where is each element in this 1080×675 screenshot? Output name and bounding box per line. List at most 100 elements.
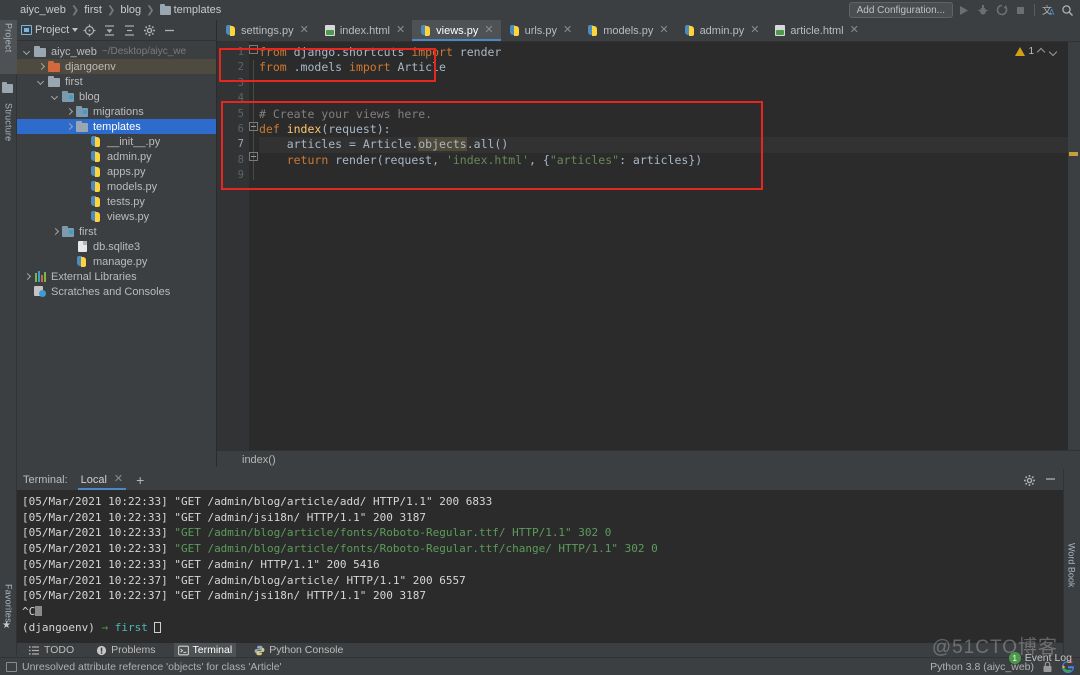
fold-marker-icon[interactable] <box>249 122 258 131</box>
fold-marker-icon[interactable] <box>249 152 258 161</box>
breadcrumb-item-1[interactable]: first <box>84 4 102 16</box>
tree-item--init-py[interactable]: __init__.py <box>17 134 216 149</box>
chevron-right-icon[interactable] <box>51 227 60 236</box>
sidebar-item-project[interactable]: Project <box>0 20 17 74</box>
close-icon[interactable]: ✕ <box>300 25 309 36</box>
code-line-8[interactable]: return render(request, 'index.html', {"a… <box>259 153 1080 168</box>
tree-item-views-py[interactable]: views.py <box>17 209 216 224</box>
terminal-output[interactable]: [05/Mar/2021 10:22:33] "GET /admin/blog/… <box>17 490 1063 643</box>
terminal-status-icon[interactable] <box>6 662 17 672</box>
expand-all-icon[interactable] <box>121 22 138 39</box>
locate-icon[interactable] <box>81 22 98 39</box>
editor-tab-models-py[interactable]: models.py✕ <box>579 20 675 41</box>
code-editor[interactable]: 123456789 from django.shortcuts import r… <box>217 42 1080 450</box>
code-content[interactable]: from django.shortcuts import renderfrom … <box>259 45 1080 450</box>
tree-item-migrations[interactable]: migrations <box>17 104 216 119</box>
code-line-7[interactable]: articles = Article.objects.all() <box>259 137 1080 152</box>
code-line-4[interactable] <box>259 91 1080 106</box>
tree-item-first[interactable]: first <box>17 224 216 239</box>
tree-item-templates[interactable]: templates <box>17 119 216 134</box>
coverage-icon[interactable] <box>993 2 1010 19</box>
bottom-tab-todo[interactable]: TODO <box>25 643 78 657</box>
tree-item-apps-py[interactable]: apps.py <box>17 164 216 179</box>
project-panel-toolbar: Project <box>17 20 216 41</box>
breadcrumb-item-2[interactable]: blog <box>120 4 141 16</box>
sidebar-item-word-book[interactable]: Word Book <box>1063 540 1080 620</box>
editor-tab-admin-py[interactable]: admin.py✕ <box>676 20 767 41</box>
sidebar-item-structure[interactable]: Structure <box>0 100 17 166</box>
tree-item-first[interactable]: first <box>17 74 216 89</box>
editor-tab-article-html[interactable]: article.html✕ <box>766 20 865 41</box>
code-line-5[interactable]: # Create your views here. <box>259 107 1080 122</box>
editor-tab-views-py[interactable]: views.py✕ <box>412 20 500 41</box>
scrollbar-warning-marker[interactable] <box>1069 152 1078 156</box>
close-icon[interactable]: ✕ <box>750 25 759 36</box>
editor-scrollbar[interactable] <box>1068 42 1080 450</box>
tree-item-external-libraries[interactable]: External Libraries <box>17 269 216 284</box>
star-icon: ★ <box>2 620 11 631</box>
close-icon[interactable]: ✕ <box>484 25 493 36</box>
chevron-down-icon[interactable] <box>51 92 60 101</box>
collapse-all-icon[interactable] <box>101 22 118 39</box>
chevron-down-icon[interactable] <box>37 77 46 86</box>
inspection-warning-indicator[interactable]: 1 <box>1015 46 1058 57</box>
hide-panel-icon[interactable] <box>161 22 178 39</box>
terminal-prompt[interactable]: (djangoenv) → first <box>22 620 1063 636</box>
bottom-tab-problems[interactable]: Problems <box>92 643 159 657</box>
tree-item-manage-py[interactable]: manage.py <box>17 254 216 269</box>
chevron-down-icon[interactable] <box>23 47 32 56</box>
tree-item-admin-py[interactable]: admin.py <box>17 149 216 164</box>
sidebar-item-favorites[interactable]: Favorites <box>0 581 17 651</box>
status-bar: Unresolved attribute reference 'objects'… <box>0 657 1080 675</box>
chevron-right-icon[interactable] <box>37 62 46 71</box>
close-icon[interactable]: ✕ <box>396 25 405 36</box>
tree-item-blog[interactable]: blog <box>17 89 216 104</box>
gear-icon[interactable] <box>1023 474 1036 487</box>
fold-marker-icon[interactable] <box>249 45 258 54</box>
terminal-tab-local[interactable]: Local ✕ <box>76 470 129 490</box>
project-panel-title-button[interactable]: Project <box>21 24 78 36</box>
search-icon[interactable] <box>1059 2 1076 19</box>
translate-icon[interactable]: 文A <box>1040 2 1057 19</box>
breadcrumb-item-0[interactable]: aiyc_web <box>20 4 66 16</box>
close-icon[interactable]: ✕ <box>114 474 123 485</box>
breadcrumb-item-3[interactable]: templates <box>174 4 222 16</box>
debug-icon[interactable] <box>974 2 991 19</box>
tree-item-tests-py[interactable]: tests.py <box>17 194 216 209</box>
tree-item-db-sqlite3[interactable]: db.sqlite3 <box>17 239 216 254</box>
bottom-tab-terminal[interactable]: Terminal <box>174 643 237 657</box>
tree-item-scratches-and-consoles[interactable]: Scratches and Consoles <box>17 284 216 299</box>
code-line-1[interactable]: from django.shortcuts import render <box>259 45 1080 60</box>
chevron-right-icon[interactable] <box>65 122 74 131</box>
code-line-9[interactable] <box>259 168 1080 183</box>
event-log-indicator[interactable]: 1 Event Log <box>1009 652 1072 664</box>
chevron-up-icon[interactable] <box>1037 47 1046 56</box>
code-line-3[interactable] <box>259 76 1080 91</box>
close-icon[interactable]: ✕ <box>659 25 668 36</box>
tree-item-models-py[interactable]: models.py <box>17 179 216 194</box>
minimize-icon[interactable] <box>1044 472 1057 488</box>
chevron-right-icon[interactable] <box>23 272 32 281</box>
settings-gear-icon[interactable] <box>141 22 158 39</box>
chevron-right-icon[interactable] <box>65 107 74 116</box>
bottom-tab-python-console[interactable]: Python Console <box>250 643 347 657</box>
close-icon[interactable]: ✕ <box>563 25 572 36</box>
tree-item-djangoenv[interactable]: djangoenv <box>17 59 216 74</box>
run-icon[interactable] <box>955 2 972 19</box>
close-icon[interactable]: ✕ <box>850 25 859 36</box>
chevron-down-icon[interactable] <box>72 28 78 32</box>
tree-item-aiyc-web[interactable]: aiyc_web~/Desktop/aiyc_we <box>17 44 216 59</box>
code-folding-column[interactable] <box>249 42 259 450</box>
add-configuration-button[interactable]: Add Configuration... <box>849 2 953 18</box>
code-line-6[interactable]: def index(request): <box>259 122 1080 137</box>
new-terminal-tab-button[interactable]: + <box>136 473 144 487</box>
code-line-2[interactable]: from .models import Article <box>259 60 1080 75</box>
chevron-down-icon[interactable] <box>1049 47 1058 56</box>
editor-tab-index-html[interactable]: index.html✕ <box>316 20 412 41</box>
stop-icon[interactable] <box>1012 2 1029 19</box>
folder-icon[interactable] <box>0 76 17 98</box>
editor-tab-settings-py[interactable]: settings.py✕ <box>217 20 316 41</box>
project-tree[interactable]: aiyc_web~/Desktop/aiyc_wedjangoenvfirstb… <box>17 41 216 467</box>
editor-tab-urls-py[interactable]: urls.py✕ <box>501 20 580 41</box>
editor-structure-breadcrumb[interactable]: index() <box>217 450 1080 469</box>
